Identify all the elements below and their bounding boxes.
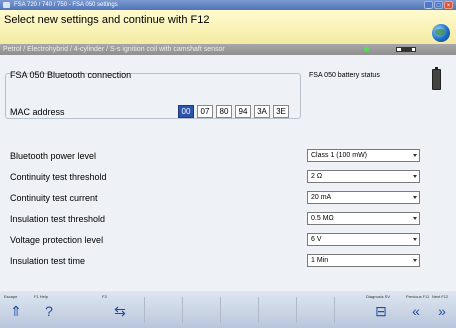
divider [182, 297, 183, 323]
battery-status-icon [432, 67, 441, 90]
dropdown-arrow-icon [413, 238, 417, 241]
divider [296, 297, 297, 323]
diagnosis-button[interactable]: Diagnosis SV ⊟ [364, 293, 398, 326]
dropdown-arrow-icon [413, 175, 417, 178]
divider [220, 297, 221, 323]
continuity-current-value: 20 mA [311, 194, 332, 201]
divider [144, 297, 145, 323]
mac-byte-4[interactable]: 94 [235, 105, 251, 118]
mac-address-label: MAC address [10, 107, 65, 117]
continuity-threshold-select[interactable]: 2 Ω [307, 170, 420, 183]
insulation-time-select[interactable]: 1 Min [307, 254, 420, 267]
bluetooth-power-label: Bluetooth power level [10, 151, 97, 161]
dropdown-arrow-icon [413, 259, 417, 262]
voltage-protection-select[interactable]: 6 V [307, 233, 420, 246]
escape-caption: Escape [4, 294, 18, 299]
help-caption: F1 Help [34, 294, 49, 299]
divider [334, 297, 335, 323]
diagnosis-icon: ⊟ [375, 303, 387, 319]
voltage-protection-value: 6 V [311, 236, 322, 243]
dropdown-arrow-icon [413, 196, 417, 199]
voltage-protection-label: Voltage protection level [10, 235, 104, 245]
mac-byte-1[interactable]: 00 [178, 105, 194, 118]
previous-caption: Previous F11 [406, 294, 430, 299]
continuity-current-select[interactable]: 20 mA [307, 191, 420, 204]
battery-status-label: FSA 050 battery status [309, 72, 380, 79]
continuity-current-label: Continuity test current [10, 193, 98, 203]
globe-icon[interactable] [432, 24, 450, 42]
maximize-button[interactable]: □ [434, 1, 443, 9]
diagnosis-caption: Diagnosis SV [366, 294, 391, 299]
vehicle-description: Petrol / Electrohybrid / 4-cylinder / S-… [3, 46, 225, 53]
window-title: FSA 720 / 740 / 750 - FSA 050 settings [14, 2, 118, 8]
next-caption: Next F12 [432, 294, 449, 299]
continuity-threshold-value: 2 Ω [311, 173, 323, 180]
escape-button[interactable]: Escape ⇑ [2, 293, 30, 326]
double-up-arrow-icon: ⇑ [10, 303, 22, 319]
next-button[interactable]: Next F12 » [430, 293, 454, 326]
help-button[interactable]: F1 Help ? [32, 293, 66, 326]
mac-byte-6[interactable]: 3E [273, 105, 289, 118]
bluetooth-connect-button[interactable]: F3 ⇆ [100, 293, 140, 326]
continuity-threshold-label: Continuity test threshold [10, 172, 107, 182]
f3-caption: F3 [102, 294, 107, 299]
instruction-text: Select new settings and continue with F1… [4, 14, 210, 26]
app-icon [3, 2, 10, 8]
connection-led-icon [364, 47, 369, 52]
insulation-time-value: 1 Min [311, 257, 329, 264]
previous-button[interactable]: Previous F11 « [404, 293, 430, 326]
close-button[interactable]: × [444, 1, 453, 9]
bluetooth-group-title: FSA 050 Bluetooth connection [10, 70, 132, 80]
insulation-threshold-label: Insulation test threshold [10, 214, 106, 224]
dropdown-arrow-icon [413, 217, 417, 220]
divider [258, 297, 259, 323]
previous-icon: « [412, 303, 420, 319]
mac-byte-5[interactable]: 3A [254, 105, 270, 118]
title-bar: FSA 720 / 740 / 750 - FSA 050 settings _… [0, 0, 456, 10]
minimize-button[interactable]: _ [424, 1, 433, 9]
instruction-header: Select new settings and continue with F1… [0, 10, 456, 44]
bluetooth-power-select[interactable]: Class 1 (100 mW) [307, 149, 420, 162]
mac-byte-3[interactable]: 80 [216, 105, 232, 118]
insulation-threshold-select[interactable]: 0.5 MΩ [307, 212, 420, 225]
insulation-threshold-value: 0.5 MΩ [311, 215, 334, 222]
mac-byte-2[interactable]: 07 [197, 105, 213, 118]
help-icon: ? [45, 303, 53, 319]
battery-small-icon [396, 47, 416, 52]
bluetooth-connect-icon: ⇆ [114, 303, 126, 319]
dropdown-arrow-icon [413, 154, 417, 157]
bluetooth-power-value: Class 1 (100 mW) [311, 152, 368, 159]
vehicle-status-bar: Petrol / Electrohybrid / 4-cylinder / S-… [0, 44, 456, 55]
function-key-bar: Escape ⇑ F1 Help ? F3 ⇆ Diagnosis SV ⊟ P… [0, 291, 456, 328]
insulation-time-label: Insulation test time [10, 256, 86, 266]
next-icon: » [438, 303, 446, 319]
